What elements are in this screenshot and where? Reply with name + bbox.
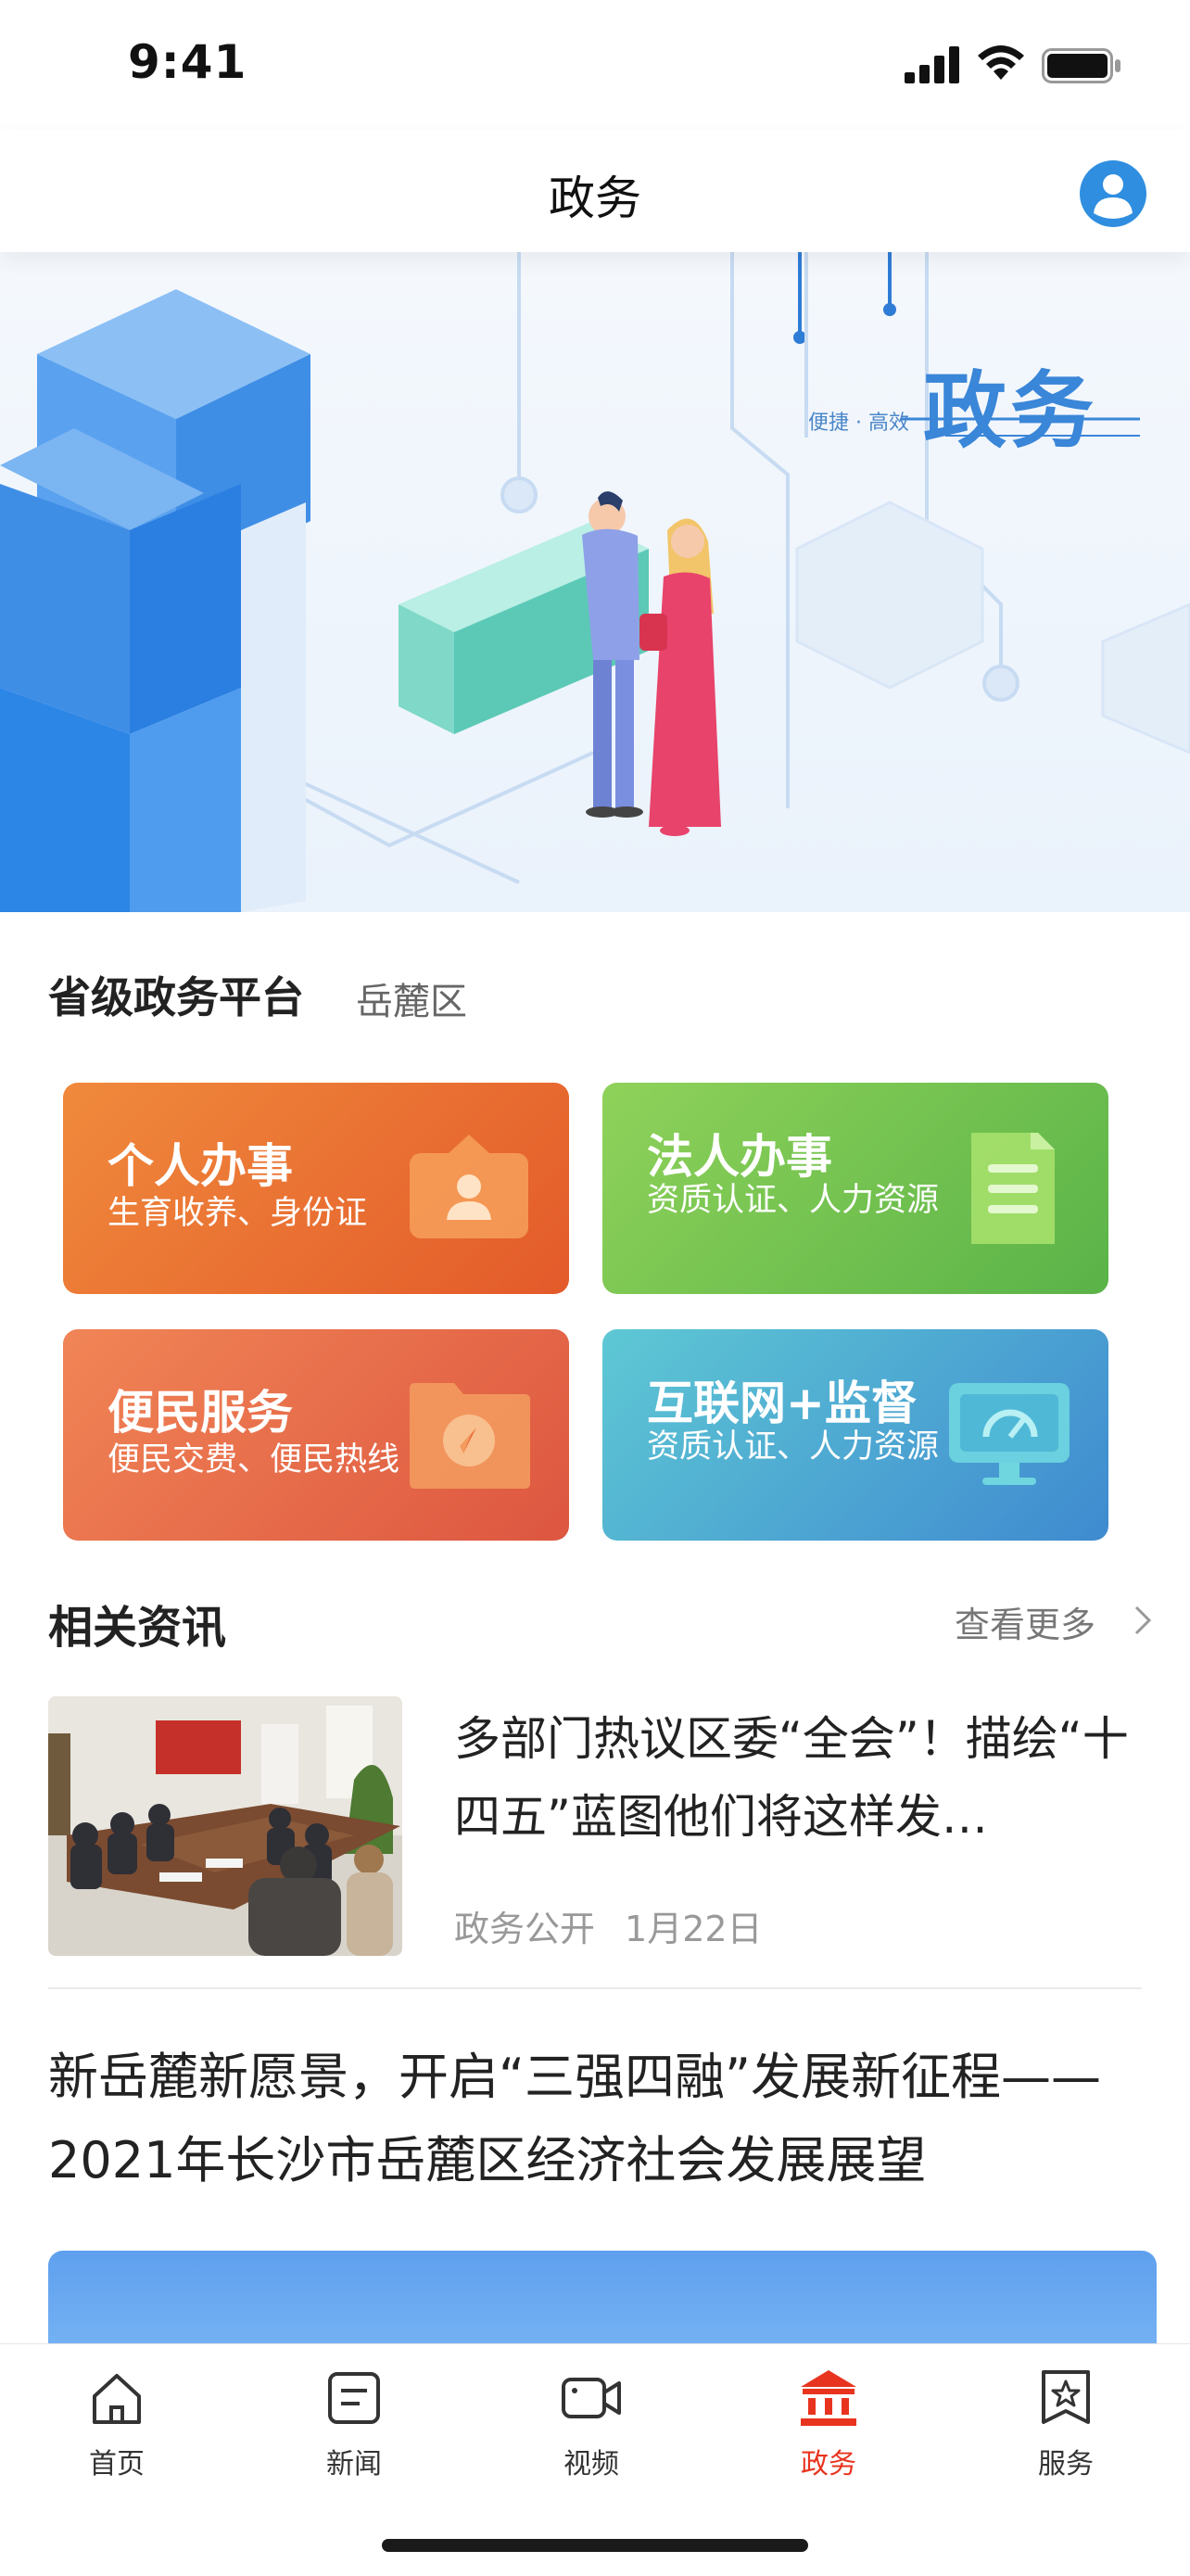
status-time: 9:41 — [128, 35, 247, 89]
tab-news[interactable]: 新闻 — [289, 2365, 419, 2481]
news-headline[interactable]: 多部门热议区委“全会”！描绘“十四五”蓝图他们将这样发… — [454, 1700, 1140, 1856]
see-more-link[interactable]: 查看更多 — [955, 1596, 1095, 1647]
service-card-personal[interactable]: 个人办事 生育收养、身份证 — [63, 1083, 569, 1294]
banner-title: 政务 — [923, 362, 1097, 460]
news-source: 政务公开 — [454, 1909, 596, 1949]
platform-title: 省级政务平台 — [48, 972, 304, 1022]
news-date: 1月22日 — [625, 1909, 763, 1949]
monitor-icon — [949, 1383, 1070, 1485]
service-card-subtitle: 便民交费、便民热线 — [108, 1441, 400, 1478]
service-card-title: 便民服务 — [108, 1386, 293, 1440]
tab-home[interactable]: 首页 — [52, 2365, 182, 2481]
service-card-subtitle: 生育收养、身份证 — [108, 1195, 368, 1232]
service-card-convenience[interactable]: 便民服务 便民交费、便民热线 — [63, 1329, 569, 1541]
battery-icon — [1042, 48, 1120, 83]
tab-government[interactable]: 政务 — [764, 2365, 893, 2481]
feature-headline[interactable]: 新岳麓新愿景，开启“三强四融”发展新征程——2021年长沙市岳麓区经济社会发展展… — [48, 2036, 1160, 2202]
home-icon — [93, 2374, 141, 2424]
banner[interactable]: 便捷 · 高效 政务 — [0, 252, 1190, 912]
tab-bar: 首页 新闻 视频 政务 服务 — [0, 2343, 1190, 2576]
tab-label: 新闻 — [326, 2448, 382, 2481]
folder-compass-icon — [410, 1383, 530, 1489]
tab-label: 视频 — [563, 2448, 619, 2481]
tab-label: 政务 — [801, 2448, 856, 2481]
service-star-icon — [1042, 2370, 1090, 2424]
service-card-title: 法人办事 — [647, 1130, 832, 1184]
platform-region[interactable]: 岳麓区 — [356, 971, 467, 1025]
nav-bar: 政务 — [0, 130, 1190, 252]
page-title: 政务 — [549, 171, 641, 225]
service-card-subtitle: 资质认证、人力资源 — [647, 1428, 940, 1466]
id-card-icon — [410, 1135, 528, 1238]
banner-subtitle: 便捷 · 高效 — [808, 412, 909, 435]
video-icon — [562, 2378, 621, 2418]
news-icon — [328, 2372, 380, 2424]
tab-video[interactable]: 视频 — [526, 2365, 656, 2481]
tab-label: 首页 — [89, 2448, 145, 2481]
divider — [48, 1987, 1142, 1989]
government-icon — [801, 2370, 856, 2426]
service-card-title: 个人办事 — [108, 1139, 293, 1193]
meeting-photo — [48, 1696, 402, 1956]
service-card-legal[interactable]: 法人办事 资质认证、人力资源 — [602, 1083, 1108, 1294]
tab-service[interactable]: 服务 — [1001, 2365, 1131, 2481]
news-meta: 政务公开 1月22日 — [454, 1900, 792, 1951]
service-card-subtitle: 资质认证、人力资源 — [647, 1182, 940, 1219]
service-card-title: 互联网+监督 — [647, 1377, 918, 1430]
tab-label: 服务 — [1038, 2448, 1094, 2481]
news-thumbnail[interactable] — [48, 1696, 402, 1956]
user-avatar-icon[interactable] — [1079, 159, 1147, 228]
document-icon — [971, 1133, 1055, 1244]
chevron-right-icon[interactable] — [1133, 1604, 1153, 1637]
home-indicator[interactable] — [382, 2539, 808, 2552]
service-card-supervision[interactable]: 互联网+监督 资质认证、人力资源 — [602, 1329, 1108, 1541]
news-section-title: 相关资讯 — [48, 1602, 227, 1654]
status-bar: 9:41 — [0, 0, 1190, 130]
wifi-icon — [978, 45, 1024, 80]
cellular-signal-icon — [905, 46, 959, 83]
